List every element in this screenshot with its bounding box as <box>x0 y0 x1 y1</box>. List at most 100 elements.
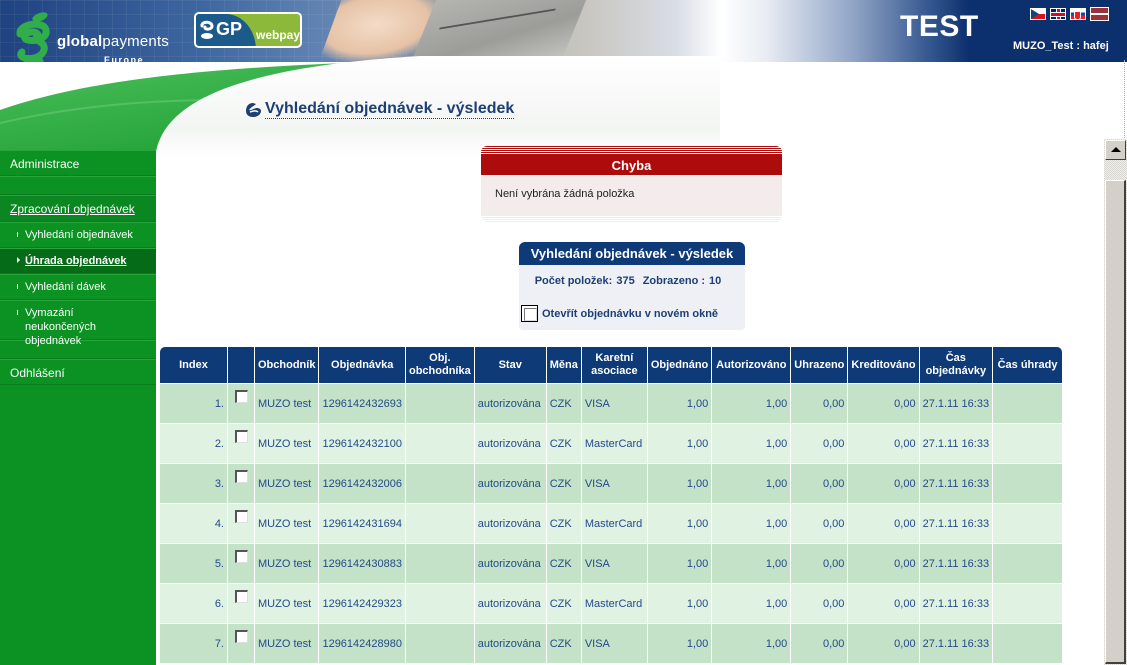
row-merchant: MUZO test <box>255 583 320 623</box>
row-paid-time <box>993 463 1063 503</box>
table-row: 1. MUZO test 1296142432693 autorizována CZK V… <box>160 383 1063 423</box>
row-merchant-order <box>405 503 475 543</box>
sidebar-item-delete-unfinished[interactable]: Vymazání neukončených objednávek <box>0 300 156 347</box>
col-card-association: Karetní asociace <box>581 347 648 383</box>
row-order-link[interactable]: 1296142429323 <box>319 583 406 623</box>
row-credited: 0,00 <box>848 543 920 583</box>
col-select <box>228 347 255 383</box>
scroll-up-button[interactable] <box>1105 140 1126 160</box>
row-select-checkbox[interactable] <box>234 430 248 443</box>
row-order-link[interactable]: 1296142432100 <box>319 423 406 463</box>
row-credited: 0,00 <box>848 463 920 503</box>
sidebar-item-logout[interactable]: Odhlášení <box>0 359 156 385</box>
col-merchant: Obchodník <box>255 347 320 383</box>
row-paid: 0,00 <box>791 503 849 543</box>
sidebar-item-order-search[interactable]: Vyhledání objednávek <box>0 222 156 248</box>
row-select-cell <box>228 383 255 423</box>
row-merchant-order <box>405 383 475 423</box>
flag-gb-icon[interactable] <box>1050 8 1066 20</box>
flag-sk-icon[interactable] <box>1070 8 1086 20</box>
col-paid-time: Čas úhrady <box>993 347 1063 383</box>
row-currency: CZK <box>546 463 582 503</box>
row-index: 2. <box>160 423 228 463</box>
table-row: 3. MUZO test 1296142432006 autorizována CZK V… <box>160 463 1063 503</box>
row-index: 1. <box>160 383 228 423</box>
row-merchant-order <box>405 543 475 583</box>
col-status: Stav <box>474 347 547 383</box>
row-card-association: VISA <box>581 383 648 423</box>
col-order-time: Čas objednávky <box>919 347 994 383</box>
open-in-new-window-checkbox[interactable] <box>521 305 538 322</box>
row-order-link[interactable]: 1296142431694 <box>319 503 406 543</box>
row-index: 4. <box>160 503 228 543</box>
row-merchant: MUZO test <box>255 543 320 583</box>
row-currency: CZK <box>546 623 582 663</box>
row-index: 5. <box>160 543 228 583</box>
row-order-link[interactable]: 1296142430883 <box>319 543 406 583</box>
sidebar-section-order-processing[interactable]: Zpracování objednávek <box>0 195 156 222</box>
row-currency: CZK <box>546 543 582 583</box>
row-select-checkbox[interactable] <box>234 630 248 643</box>
row-merchant-order <box>405 423 475 463</box>
count-value: 375 <box>616 275 635 287</box>
row-paid: 0,00 <box>791 463 849 503</box>
row-paid-time <box>993 423 1063 463</box>
row-ordered: 1,00 <box>647 423 713 463</box>
row-authorized: 1,00 <box>712 423 792 463</box>
result-summary-title: Vyhledání objednávek - výsledek <box>519 242 745 265</box>
row-select-cell <box>228 503 255 543</box>
language-switcher <box>1030 7 1109 21</box>
row-select-cell <box>228 543 255 583</box>
row-status: autorizována <box>474 503 547 543</box>
row-card-association: VISA <box>581 543 648 583</box>
col-ordered: Objednáno <box>647 347 713 383</box>
row-select-cell <box>228 423 255 463</box>
flag-cz-icon[interactable] <box>1030 8 1046 20</box>
row-select-checkbox[interactable] <box>234 390 248 403</box>
scroll-thumb[interactable] <box>1105 180 1126 664</box>
row-paid: 0,00 <box>791 383 849 423</box>
row-status: autorizována <box>474 463 547 503</box>
open-in-new-window-label: Otevřít objednávku v novém okně <box>542 307 719 320</box>
row-paid-time <box>993 503 1063 543</box>
result-summary: Vyhledání objednávek - výsledek Počet po… <box>519 242 745 330</box>
open-in-new-window-option[interactable]: Otevřít objednávku v novém okně <box>521 305 718 322</box>
logged-user: MUZO_Test : hafej <box>1013 40 1109 52</box>
row-ordered: 1,00 <box>647 463 713 503</box>
row-merchant: MUZO test <box>255 623 320 663</box>
row-select-checkbox[interactable] <box>234 470 248 483</box>
row-order-link[interactable]: 1296142432693 <box>319 383 406 423</box>
col-authorized: Autorizováno <box>712 347 792 383</box>
row-merchant-order <box>405 623 475 663</box>
page-title-icon <box>246 102 261 117</box>
table-row: 6. MUZO test 1296142429323 autorizována CZK M… <box>160 583 1063 623</box>
row-credited: 0,00 <box>848 423 920 463</box>
row-paid-time <box>993 383 1063 423</box>
vertical-scrollbar[interactable] <box>1104 139 1127 665</box>
row-merchant: MUZO test <box>255 423 320 463</box>
table-header-row: Index Obchodník Objednávka Obj. obchodní… <box>160 347 1063 383</box>
flag-lv-icon[interactable] <box>1090 7 1109 21</box>
sidebar-item-batch-search[interactable]: Vyhledání dávek <box>0 274 156 300</box>
page-title-text: Vyhledání objednávek - výsledek <box>265 100 515 119</box>
error-title: Chyba <box>481 146 782 175</box>
row-order-time: 27.1.11 16:33 <box>919 423 994 463</box>
row-merchant: MUZO test <box>255 503 320 543</box>
row-index: 7. <box>160 623 228 663</box>
sidebar-item-order-payment[interactable]: Úhrada objednávek <box>0 248 156 274</box>
row-card-association: VISA <box>581 463 648 503</box>
row-order-link[interactable]: 1296142432006 <box>319 463 406 503</box>
row-paid-time <box>993 623 1063 663</box>
table-row: 7. MUZO test 1296142428980 autorizována CZK V… <box>160 623 1063 663</box>
row-credited: 0,00 <box>848 623 920 663</box>
row-credited: 0,00 <box>848 503 920 543</box>
row-select-checkbox[interactable] <box>234 510 248 523</box>
row-select-checkbox[interactable] <box>234 590 248 603</box>
row-select-checkbox[interactable] <box>234 550 248 563</box>
row-order-link[interactable]: 1296142428980 <box>319 623 406 663</box>
row-select-cell <box>228 463 255 503</box>
shown-label: Zobrazeno : <box>642 275 706 287</box>
row-credited: 0,00 <box>848 583 920 623</box>
row-index: 6. <box>160 583 228 623</box>
sidebar-item-administrace[interactable]: Administrace <box>0 150 156 176</box>
